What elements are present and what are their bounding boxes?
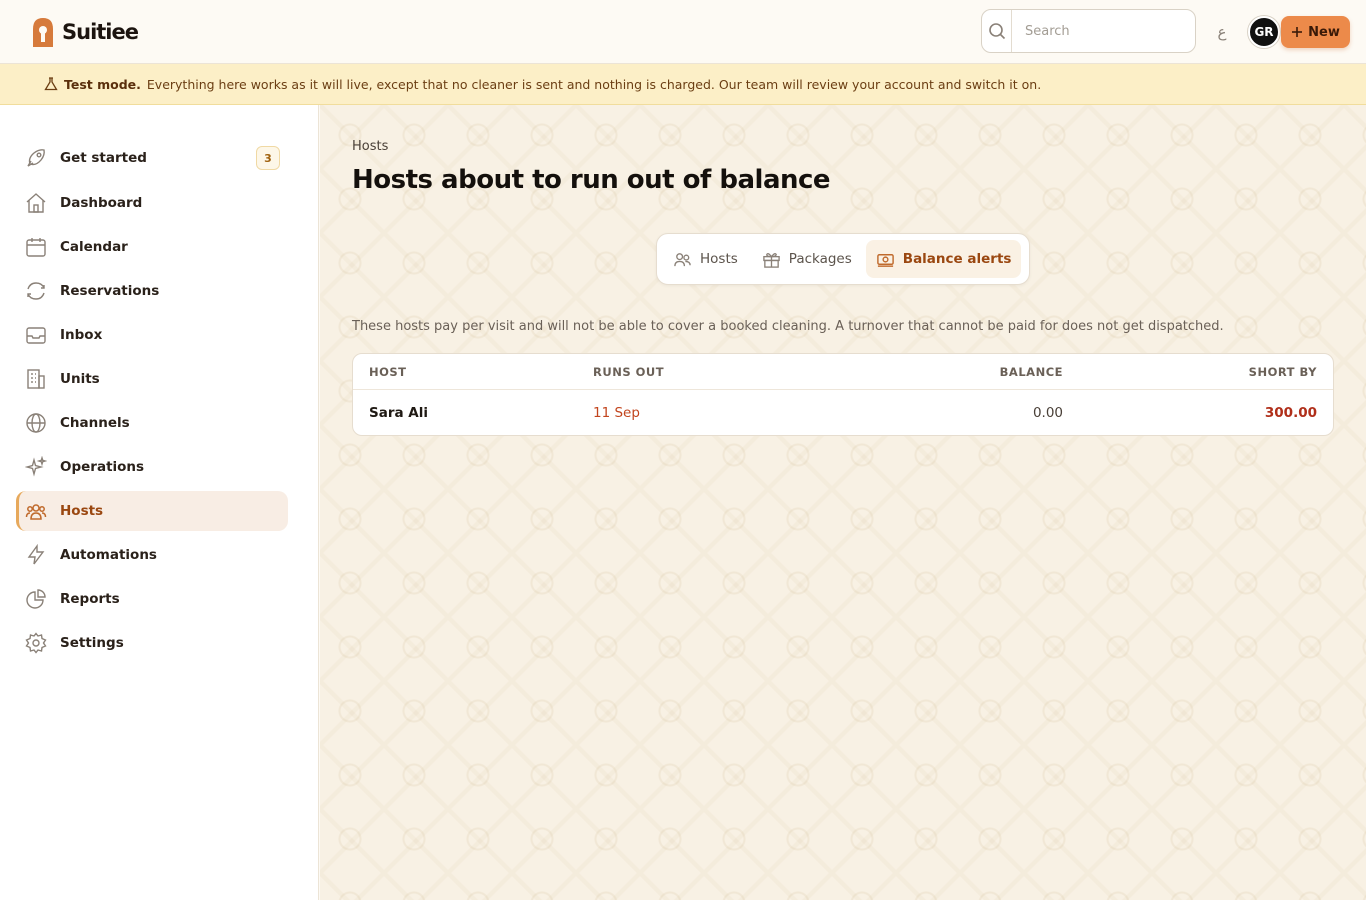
sparkles-icon	[24, 455, 48, 479]
tab-label: Packages	[788, 251, 852, 267]
sidebar-item-label: Reservations	[60, 283, 160, 299]
banner-text: Everything here works as it will live, e…	[146, 76, 1042, 92]
tab-hosts[interactable]: Hosts	[663, 240, 748, 278]
column-header-short-by[interactable]: SHORT BY	[1063, 365, 1317, 379]
new-button-label: New	[1308, 24, 1340, 40]
breadcrumb[interactable]: Hosts	[352, 139, 388, 154]
balance-alerts-table: HOST RUNS OUT BALANCE SHORT BY Sara Ali …	[352, 353, 1334, 436]
sidebar-item-label: Reports	[60, 591, 120, 607]
building-icon	[24, 367, 48, 391]
tab-label: Hosts	[700, 251, 738, 267]
page-title: Hosts about to run out of balance	[352, 165, 831, 195]
column-header-host[interactable]: HOST	[353, 365, 593, 379]
calendar-icon	[24, 235, 48, 259]
short-by-value: 300.00	[1264, 405, 1317, 421]
sidebar-item-label: Automations	[60, 547, 157, 563]
sidebar-item-label: Calendar	[60, 239, 128, 255]
host-name[interactable]: Sara Ali	[353, 405, 593, 421]
sidebar-item-channels[interactable]: Channels	[16, 403, 288, 443]
table-header: HOST RUNS OUT BALANCE SHORT BY	[353, 354, 1333, 390]
app-logo[interactable]: Suitiee	[30, 16, 139, 48]
banner-title: Test mode.	[64, 76, 141, 92]
top-bar: Suitiee ع GR New	[0, 0, 1366, 64]
language-toggle[interactable]: ع	[1214, 22, 1230, 42]
tab-bar: Hosts Packages Balance alerts	[656, 233, 1030, 285]
app-name: Suitiee	[62, 20, 139, 44]
tab-balance-alerts[interactable]: Balance alerts	[865, 240, 1022, 278]
search-box[interactable]	[981, 9, 1196, 53]
avatar[interactable]: GR	[1248, 16, 1280, 48]
flask-icon	[44, 77, 58, 91]
column-header-balance[interactable]: BALANCE	[823, 365, 1063, 379]
users-icon	[24, 499, 48, 523]
sidebar-item-reports[interactable]: Reports	[16, 579, 288, 619]
search-input[interactable]	[1012, 10, 1195, 52]
sidebar-item-label: Channels	[60, 415, 130, 431]
globe-icon	[24, 411, 48, 435]
sidebar-item-automations[interactable]: Automations	[16, 535, 288, 575]
rocket-icon	[24, 146, 48, 170]
new-button[interactable]: New	[1281, 16, 1350, 48]
sidebar-item-operations[interactable]: Operations	[16, 447, 288, 487]
plus-icon	[1292, 27, 1303, 37]
balance-value: 0.00	[1032, 405, 1063, 421]
sidebar-item-label: Units	[60, 371, 100, 387]
users-icon	[674, 252, 691, 266]
search-icon	[982, 10, 1012, 52]
sidebar-item-settings[interactable]: Settings	[16, 623, 288, 663]
test-mode-banner: Test mode. Everything here works as it w…	[0, 64, 1366, 105]
sidebar-item-reservations[interactable]: Reservations	[16, 271, 288, 311]
sidebar-item-label: Dashboard	[60, 195, 143, 211]
sidebar-item-label: Settings	[60, 635, 124, 651]
runs-out-date: 11 Sep	[593, 405, 640, 421]
sidebar-item-units[interactable]: Units	[16, 359, 288, 399]
home-icon	[24, 191, 48, 215]
tab-label: Balance alerts	[902, 251, 1012, 267]
sidebar-item-label: Inbox	[60, 327, 103, 343]
gift-icon	[763, 252, 780, 268]
banknote-icon	[876, 253, 894, 267]
page-description: These hosts pay per visit and will not b…	[352, 319, 1224, 334]
sidebar-item-inbox[interactable]: Inbox	[16, 315, 288, 355]
sidebar-item-dashboard[interactable]: Dashboard	[16, 183, 288, 223]
main-content: Hosts Hosts about to run out of balance …	[320, 105, 1366, 900]
sidebar-item-label: Hosts	[60, 503, 104, 519]
sidebar-item-hosts[interactable]: Hosts	[16, 491, 288, 531]
refresh-icon	[24, 279, 48, 303]
sidebar-item-get-started[interactable]: Get started 3	[16, 138, 288, 178]
inbox-icon	[24, 323, 48, 347]
gear-icon	[24, 631, 48, 655]
sidebar-item-calendar[interactable]: Calendar	[16, 227, 288, 267]
sidebar: Get started 3 Dashboard Calendar Reserva…	[0, 105, 319, 900]
table-row[interactable]: Sara Ali 11 Sep 0.00 300.00	[353, 390, 1333, 435]
pie-chart-icon	[24, 587, 48, 611]
bolt-icon	[24, 543, 48, 567]
logo-mark-icon	[33, 18, 53, 47]
tab-packages[interactable]: Packages	[752, 240, 862, 278]
sidebar-item-label: Get started	[60, 150, 147, 166]
sidebar-item-label: Operations	[60, 459, 145, 475]
count-badge: 3	[256, 146, 280, 170]
column-header-runs-out[interactable]: RUNS OUT	[593, 365, 823, 379]
